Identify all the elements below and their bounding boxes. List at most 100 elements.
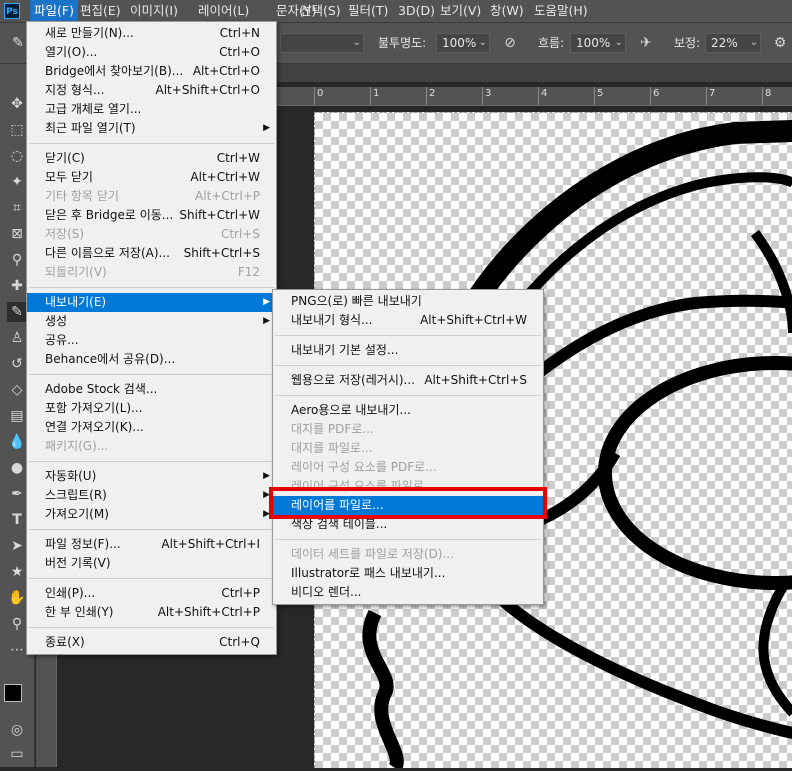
mode-dropdown[interactable]: ⌄ xyxy=(280,33,364,53)
quick-mask-icon[interactable]: ◎ xyxy=(7,720,27,740)
menu-item-label: 지정 형식... xyxy=(45,83,105,97)
menu-item[interactable]: 새로 만들기(N)... Ctrl+N xyxy=(27,24,276,43)
menu-item[interactable]: 버전 기록(V) xyxy=(27,554,276,573)
menu-1[interactable]: 편집(E) xyxy=(80,0,121,22)
airbrush-icon[interactable]: ✈ xyxy=(636,33,656,53)
menu-item[interactable]: 자동화(U) ▶ xyxy=(27,467,276,486)
marquee-tool-icon[interactable]: ⬚ xyxy=(7,120,27,140)
menu-item[interactable]: 공유... xyxy=(27,331,276,350)
magic-wand-icon[interactable]: ✦ xyxy=(7,172,27,192)
menu-0[interactable]: 파일(F) xyxy=(30,0,78,22)
settings-gear-icon[interactable]: ⚙ xyxy=(770,33,790,53)
menu-item-label: 스크립트(R) xyxy=(45,488,107,502)
brush-preset-icon[interactable]: ✎ xyxy=(8,33,28,53)
menu-item[interactable]: 연결 가져오기(K)... xyxy=(27,418,276,437)
menu-5[interactable]: 선택(S) xyxy=(300,0,341,22)
menu-item-label: 파일 정보(F)... xyxy=(45,537,121,551)
menu-item-label: 되돌리기(V) xyxy=(45,265,107,279)
menu-item: 레이어 구성 요소를 PDF로... xyxy=(273,458,543,477)
menu-item-label: Aero용으로 내보내기... xyxy=(291,403,411,417)
menu-item-label: 저장(S) xyxy=(45,227,85,241)
hand-tool-icon[interactable]: ✋ xyxy=(7,588,27,608)
menu-item-shortcut: Alt+Ctrl+P xyxy=(195,189,260,203)
menu-item[interactable]: 생성 ▶ xyxy=(27,312,276,331)
menu-item-shortcut: Alt+Shift+Ctrl+O xyxy=(155,83,260,97)
ruler-label: 8 xyxy=(765,88,772,99)
menu-item-shortcut: Ctrl+O xyxy=(219,45,260,59)
menu-item[interactable]: 닫기(C) Ctrl+W xyxy=(27,149,276,168)
menu-8[interactable]: 보기(V) xyxy=(440,0,481,22)
menu-item[interactable]: Illustrator로 패스 내보내기... xyxy=(273,564,543,583)
type-tool-icon[interactable]: T xyxy=(7,510,27,530)
menu-separator xyxy=(29,373,274,375)
opacity-field[interactable]: 100% ⌄ xyxy=(436,33,490,53)
foreground-color-swatch[interactable] xyxy=(4,684,22,702)
menu-item-label: 다른 이름으로 저장(A)... xyxy=(45,246,170,260)
move-tool-icon[interactable]: ✥ xyxy=(7,94,27,114)
menu-9[interactable]: 창(W) xyxy=(490,0,524,22)
menu-item: 대지를 PDF로... xyxy=(273,420,543,439)
menu-item[interactable]: 다른 이름으로 저장(A)... Shift+Ctrl+S xyxy=(27,244,276,263)
menu-item-label: 내보내기 기본 설정... xyxy=(291,343,399,357)
menu-item[interactable]: 인쇄(P)... Ctrl+P xyxy=(27,584,276,603)
dodge-tool-icon[interactable]: ● xyxy=(7,458,27,478)
menu-item[interactable]: 내보내기 형식... Alt+Shift+Ctrl+W xyxy=(273,311,543,330)
crop-tool-icon[interactable]: ⌗ xyxy=(7,198,27,218)
menu-item[interactable]: 비디오 렌더... xyxy=(273,583,543,602)
more-tools-icon[interactable]: ⋯ xyxy=(7,640,27,660)
menu-item[interactable]: 최근 파일 열기(T) ▶ xyxy=(27,119,276,138)
menu-item[interactable]: 내보내기(E) ▶ xyxy=(27,293,276,312)
menu-item[interactable]: 종료(X) Ctrl+Q xyxy=(27,633,276,652)
history-brush-icon[interactable]: ↺ xyxy=(7,354,27,374)
menu-10[interactable]: 도움말(H) xyxy=(534,0,588,22)
pen-tool-icon[interactable]: ✒ xyxy=(7,484,27,504)
menu-item[interactable]: 파일 정보(F)... Alt+Shift+Ctrl+I xyxy=(27,535,276,554)
flow-field[interactable]: 100% ⌄ xyxy=(570,33,626,53)
menu-item[interactable]: 포함 가져오기(L)... xyxy=(27,399,276,418)
healing-brush-icon[interactable]: ✚ xyxy=(7,276,27,296)
menu-item[interactable]: 웹용으로 저장(레거시)... Alt+Shift+Ctrl+S xyxy=(273,371,543,390)
menu-2[interactable]: 이미지(I) xyxy=(130,0,178,22)
eyedropper-icon[interactable]: ⚲ xyxy=(7,250,27,270)
smoothing-field[interactable]: 22% ⌄ xyxy=(705,33,761,53)
gradient-icon[interactable]: ▤ xyxy=(7,406,27,426)
lasso-tool-icon[interactable]: ◌ xyxy=(7,146,27,166)
menu-7[interactable]: 3D(D) xyxy=(398,0,435,22)
menu-item-label: 공유... xyxy=(45,333,79,347)
ruler-tick xyxy=(482,87,483,105)
menu-item[interactable]: Behance에서 공유(D)... xyxy=(27,350,276,369)
menu-item-label: 데이터 세트를 파일로 저장(D)... xyxy=(291,547,454,561)
menu-item[interactable]: 지정 형식... Alt+Shift+Ctrl+O xyxy=(27,81,276,100)
menu-item-label: Illustrator로 패스 내보내기... xyxy=(291,566,446,580)
menu-item[interactable]: PNG으(로) 빠른 내보내기 xyxy=(273,292,543,311)
menu-item-shortcut: Alt+Shift+Ctrl+I xyxy=(161,537,260,551)
menu-3[interactable]: 레이어(L) xyxy=(198,0,249,22)
eraser-icon[interactable]: ◇ xyxy=(7,380,27,400)
clone-stamp-icon[interactable]: ♙ xyxy=(7,328,27,348)
menu-6[interactable]: 필터(T) xyxy=(348,0,388,22)
frame-tool-icon[interactable]: ⊠ xyxy=(7,224,27,244)
pressure-opacity-icon[interactable]: ⊘ xyxy=(500,33,520,53)
screen-mode-icon[interactable]: ▭ xyxy=(7,744,27,764)
menu-item-shortcut: Alt+Ctrl+O xyxy=(192,64,260,78)
shape-tool-icon[interactable]: ★ xyxy=(7,562,27,582)
blur-tool-icon[interactable]: 💧 xyxy=(7,432,27,452)
menu-item[interactable]: 고급 개체로 열기... xyxy=(27,100,276,119)
ruler-label: 7 xyxy=(709,88,716,99)
menu-item[interactable]: Adobe Stock 검색... xyxy=(27,380,276,399)
menu-item[interactable]: Aero용으로 내보내기... xyxy=(273,401,543,420)
menu-item[interactable]: 열기(O)... Ctrl+O xyxy=(27,43,276,62)
path-selection-icon[interactable]: ➤ xyxy=(7,536,27,556)
zoom-tool-icon[interactable]: ⚲ xyxy=(7,614,27,634)
menu-item[interactable]: 닫은 후 Bridge로 이동... Shift+Ctrl+W xyxy=(27,206,276,225)
brush-tool-icon[interactable]: ✎ xyxy=(7,302,27,322)
menu-item[interactable]: Bridge에서 찾아보기(B)... Alt+Ctrl+O xyxy=(27,62,276,81)
menu-item-label: 고급 개체로 열기... xyxy=(45,102,142,116)
menu-item[interactable]: 스크립트(R) ▶ xyxy=(27,486,276,505)
ruler-tick xyxy=(650,87,651,105)
menu-item[interactable]: 모두 닫기 Alt+Ctrl+W xyxy=(27,168,276,187)
menu-item-label: 내보내기 형식... xyxy=(291,313,373,327)
menu-item[interactable]: 내보내기 기본 설정... xyxy=(273,341,543,360)
menu-item[interactable]: 가져오기(M) ▶ xyxy=(27,505,276,524)
menu-item[interactable]: 한 부 인쇄(Y) Alt+Shift+Ctrl+P xyxy=(27,603,276,622)
